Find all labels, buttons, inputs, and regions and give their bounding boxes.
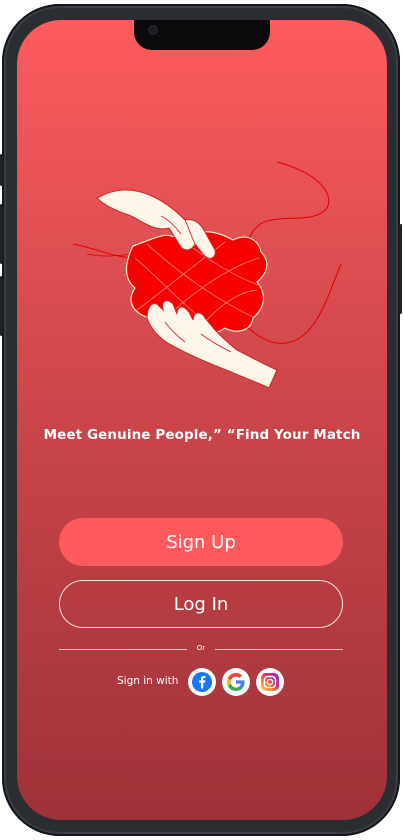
power-button (399, 224, 402, 314)
volume-down-button (0, 276, 3, 336)
tagline: Meet Genuine People,” “Find Your Match (43, 427, 361, 443)
instagram-icon (261, 673, 279, 691)
instagram-button[interactable] (256, 668, 284, 696)
google-icon (227, 673, 245, 691)
signin-with-label: Sign in with (117, 675, 179, 687)
camera (148, 25, 158, 35)
login-button[interactable]: Log In (59, 580, 343, 628)
facebook-icon (192, 672, 212, 692)
facebook-button[interactable] (188, 668, 216, 696)
google-button[interactable] (222, 668, 250, 696)
notch (134, 20, 270, 50)
hands-heart-illustration (72, 161, 342, 388)
social-signin-row: Sign in with (17, 668, 387, 696)
divider-line-right (215, 649, 343, 650)
app-screen: Meet Genuine People,” “Find Your Match S… (17, 20, 387, 820)
volume-up-button (0, 204, 3, 264)
side-button (0, 154, 3, 186)
signup-button[interactable]: Sign Up (59, 518, 343, 566)
or-divider: Or (59, 644, 343, 656)
or-label: Or (196, 644, 206, 652)
